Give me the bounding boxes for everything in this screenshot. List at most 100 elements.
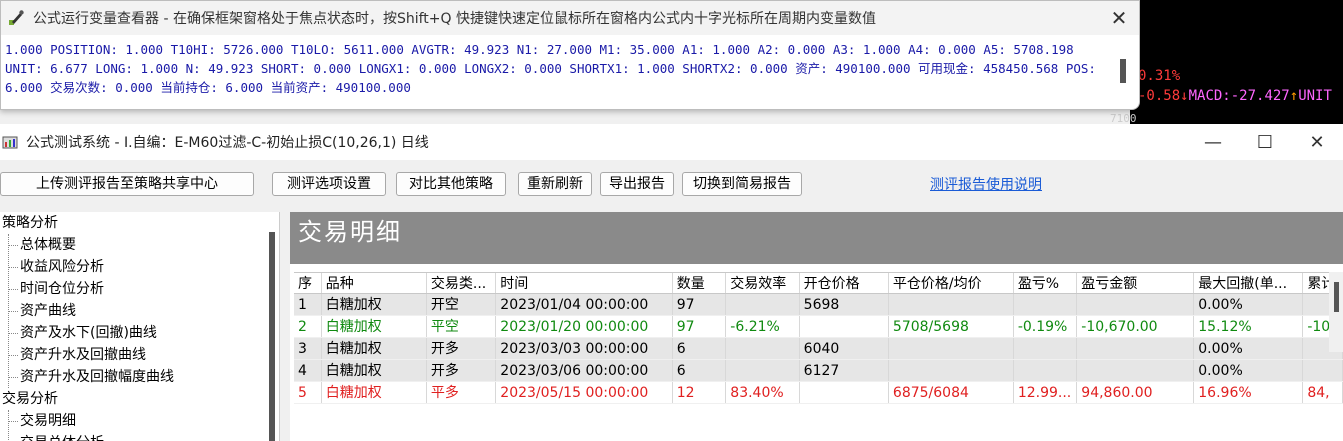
- table-cell: [726, 294, 800, 315]
- variable-viewer-title: 公式运行变量查看器 - 在确保框架窗格处于焦点状态时，按Shift+Q 快捷键快…: [33, 11, 876, 27]
- screen: 0.31% -0.58↓MACD:-27.427↑UNIT 7100 公式运行变…: [0, 0, 1343, 441]
- formula-test-window: 公式测试系统 - I.自编：E-M60过滤-C-初始止损C(10,26,1) 日…: [0, 124, 1343, 441]
- compare-strategy-button[interactable]: 对比其他策略: [396, 172, 506, 196]
- column-header[interactable]: 交易效率: [726, 273, 800, 293]
- table-cell: 2023/05/15 00:00:00: [496, 382, 673, 403]
- table-cell: 6: [673, 360, 727, 381]
- table-cell: -0.19%: [1014, 316, 1078, 337]
- column-header[interactable]: 时间: [496, 273, 673, 293]
- chart-value: -0.58: [1138, 88, 1181, 104]
- tree-item-trade-detail[interactable]: 交易明细: [0, 410, 279, 432]
- table-cell: 83.40%: [726, 382, 800, 403]
- table-cell: [1077, 294, 1195, 315]
- minimize-button[interactable]: —: [1187, 132, 1239, 153]
- variable-viewer-scrollbar[interactable]: [1117, 41, 1131, 103]
- table-cell: 2023/03/06 00:00:00: [496, 360, 673, 381]
- table-cell: 2023/01/04 00:00:00: [496, 294, 673, 315]
- column-header[interactable]: 平仓价格/均价: [889, 273, 1014, 293]
- table-cell: [726, 338, 800, 359]
- table-cell: [1077, 360, 1195, 381]
- table-row[interactable]: 5 白糖加权 平多 2023/05/15 00:00:00 12 83.40% 6875/6…: [294, 382, 1343, 404]
- tree-group-trade[interactable]: 交易分析: [0, 388, 279, 410]
- table-cell: 16.96%: [1194, 382, 1304, 403]
- trade-detail-panel: 交易明细 序 品种 交易类... 时间 数量 交易效率 开仓价格 平仓价格/均价…: [290, 212, 1343, 441]
- table-cell: 2023/03/03 00:00:00: [496, 338, 673, 359]
- close-button[interactable]: ✕: [1291, 132, 1343, 153]
- variable-viewer-close-button[interactable]: ✕: [1099, 6, 1139, 30]
- report-help-link[interactable]: 测评报告使用说明: [930, 174, 1042, 194]
- table-cell: 2023/01/20 00:00:00: [496, 316, 673, 337]
- table-cell: 2: [294, 316, 322, 337]
- dropper-icon: [9, 10, 24, 25]
- table-cell: 开空: [427, 294, 497, 315]
- macd-value: MACD:-27.427: [1188, 88, 1290, 104]
- tree-item-premium-drawdown-range[interactable]: 资产升水及回撤幅度曲线: [0, 366, 279, 388]
- table-body: 1 白糖加权 开空 2023/01/04 00:00:00 97 5698 0.00% 2 白糖…: [294, 294, 1343, 404]
- table-header: 序 品种 交易类... 时间 数量 交易效率 开仓价格 平仓价格/均价 盈亏% …: [294, 272, 1343, 294]
- table-cell: 6: [673, 338, 727, 359]
- main-titlebar[interactable]: 公式测试系统 - I.自编：E-M60过滤-C-初始止损C(10,26,1) 日…: [0, 124, 1343, 160]
- switch-simple-report-button[interactable]: 切换到简易报告: [682, 172, 802, 196]
- tree-item-trade-summary[interactable]: 交易总体分析: [0, 432, 279, 441]
- table-cell: 97: [673, 294, 727, 315]
- table-row[interactable]: 4 白糖加权 开多 2023/03/06 00:00:00 6 6127 0.00%: [294, 360, 1343, 382]
- table-cell: [889, 294, 1014, 315]
- column-header[interactable]: 盈亏金额: [1077, 273, 1195, 293]
- chart-indicator-line: -0.58↓MACD:-27.427↑UNIT: [1138, 88, 1332, 104]
- table-cell: [800, 316, 889, 337]
- column-header[interactable]: 开仓价格: [800, 273, 889, 293]
- scrollbar-thumb[interactable]: [1120, 59, 1126, 83]
- table-row[interactable]: 1 白糖加权 开空 2023/01/04 00:00:00 97 5698 0.00%: [294, 294, 1343, 316]
- table-scrollbar[interactable]: [1329, 272, 1343, 352]
- column-header[interactable]: 盈亏%: [1014, 273, 1078, 293]
- panel-title: 交易明细: [290, 212, 1343, 264]
- export-report-button[interactable]: 导出报告: [600, 172, 674, 196]
- table-cell: [889, 338, 1014, 359]
- table-cell: 白糖加权: [322, 338, 427, 359]
- column-header[interactable]: 交易类...: [427, 273, 497, 293]
- tree-group-strategy[interactable]: 策略分析: [0, 212, 279, 234]
- tree-item-premium-drawdown[interactable]: 资产升水及回撤曲线: [0, 344, 279, 366]
- table-cell: 白糖加权: [322, 360, 427, 381]
- column-header[interactable]: 品种: [322, 273, 427, 293]
- table-cell: 3: [294, 338, 322, 359]
- table-row[interactable]: 2 白糖加权 平空 2023/01/20 00:00:00 97 -6.21% 5708/5…: [294, 316, 1343, 338]
- table-cell: -10,670.00: [1077, 316, 1195, 337]
- upload-report-button[interactable]: 上传测评报告至策略共享中心: [0, 172, 254, 196]
- table-cell: [1303, 360, 1343, 381]
- unit-label: UNIT: [1298, 88, 1332, 104]
- table-cell: [800, 382, 889, 403]
- table-cell: 94,860.00: [1077, 382, 1195, 403]
- table-cell: [1014, 338, 1078, 359]
- column-header[interactable]: 数量: [673, 273, 727, 293]
- table-cell: [889, 360, 1014, 381]
- tree-scrollbar[interactable]: [269, 232, 275, 441]
- table-cell: 5708/5698: [889, 316, 1014, 337]
- tree-item-drawdown-curve[interactable]: 资产及水下(回撤)曲线: [0, 322, 279, 344]
- test-options-button[interactable]: 测评选项设置: [272, 172, 386, 196]
- variable-viewer-titlebar[interactable]: 公式运行变量查看器 - 在确保框架窗格处于焦点状态时，按Shift+Q 快捷键快…: [1, 1, 1139, 35]
- tree-item-overview[interactable]: 总体概要: [0, 234, 279, 256]
- table-cell: [1014, 294, 1078, 315]
- refresh-button[interactable]: 重新刷新: [518, 172, 592, 196]
- analysis-tree: 策略分析 总体概要 收益风险分析 时间仓位分析 资产曲线 资产及水下(回撤)曲线…: [0, 212, 280, 441]
- maximize-button[interactable]: ☐: [1239, 132, 1291, 153]
- table-row[interactable]: 3 白糖加权 开多 2023/03/03 00:00:00 6 6040 0.00%: [294, 338, 1343, 360]
- tree-item-equity-curve[interactable]: 资产曲线: [0, 300, 279, 322]
- table-cell: 97: [673, 316, 727, 337]
- tree-item-return-risk[interactable]: 收益风险分析: [0, 256, 279, 278]
- app-icon: [2, 136, 18, 149]
- table-cell: 白糖加权: [322, 316, 427, 337]
- toolbar: 上传测评报告至策略共享中心 测评选项设置 对比其他策略 重新刷新 导出报告 切换…: [0, 172, 1343, 200]
- tree-item-time-position[interactable]: 时间仓位分析: [0, 278, 279, 300]
- table-cell: 0.00%: [1194, 360, 1304, 381]
- table-cell: 5: [294, 382, 322, 403]
- table-cell: 0.00%: [1194, 294, 1304, 315]
- table-cell: 15.12%: [1194, 316, 1304, 337]
- scrollbar-thumb[interactable]: [1334, 282, 1339, 312]
- column-header[interactable]: 最大回撤(单...: [1194, 273, 1304, 293]
- table-cell: 4: [294, 360, 322, 381]
- table-cell: 1: [294, 294, 322, 315]
- column-header[interactable]: 序: [294, 273, 322, 293]
- table-cell: 开多: [427, 338, 497, 359]
